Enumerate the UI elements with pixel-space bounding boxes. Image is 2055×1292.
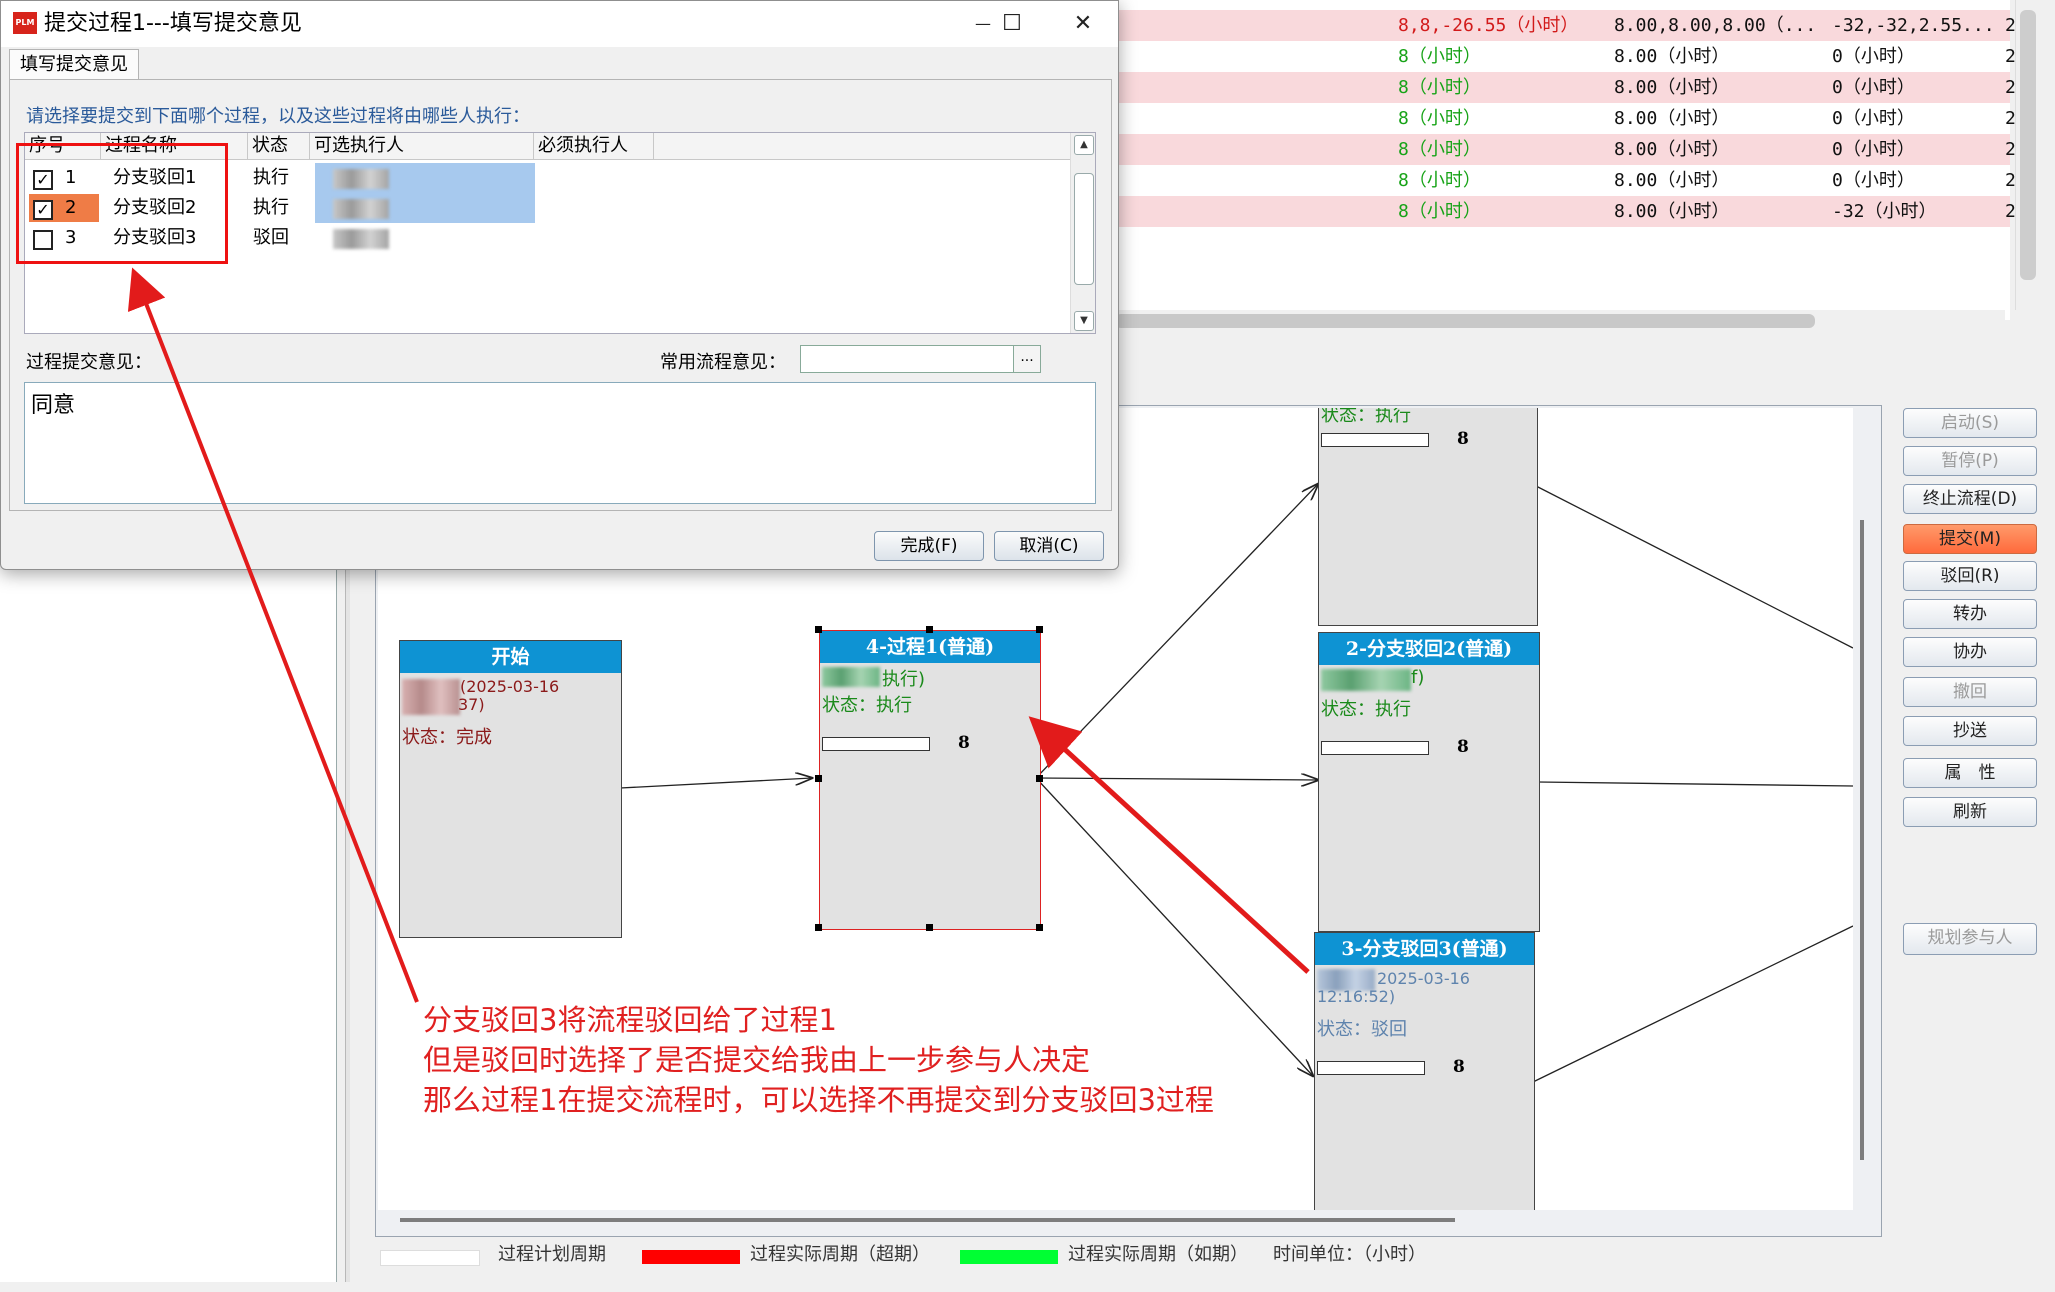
- annotation-line: 分支驳回3将流程驳回给了过程1: [423, 1003, 837, 1037]
- annotation-line: 但是驳回时选择了是否提交给我由上一步参与人决定: [423, 1043, 1091, 1077]
- annotation-arrow-to-process1: [1028, 716, 1310, 974]
- annotation-text: 分支驳回3将流程驳回给了过程1 但是驳回时选择了是否提交给我由上一步参与人决定 …: [423, 1000, 1214, 1120]
- annotation-line: 那么过程1在提交流程时，可以选择不再提交到分支驳回3过程: [423, 1083, 1214, 1117]
- annotation-arrow-to-grid: [127, 267, 419, 1003]
